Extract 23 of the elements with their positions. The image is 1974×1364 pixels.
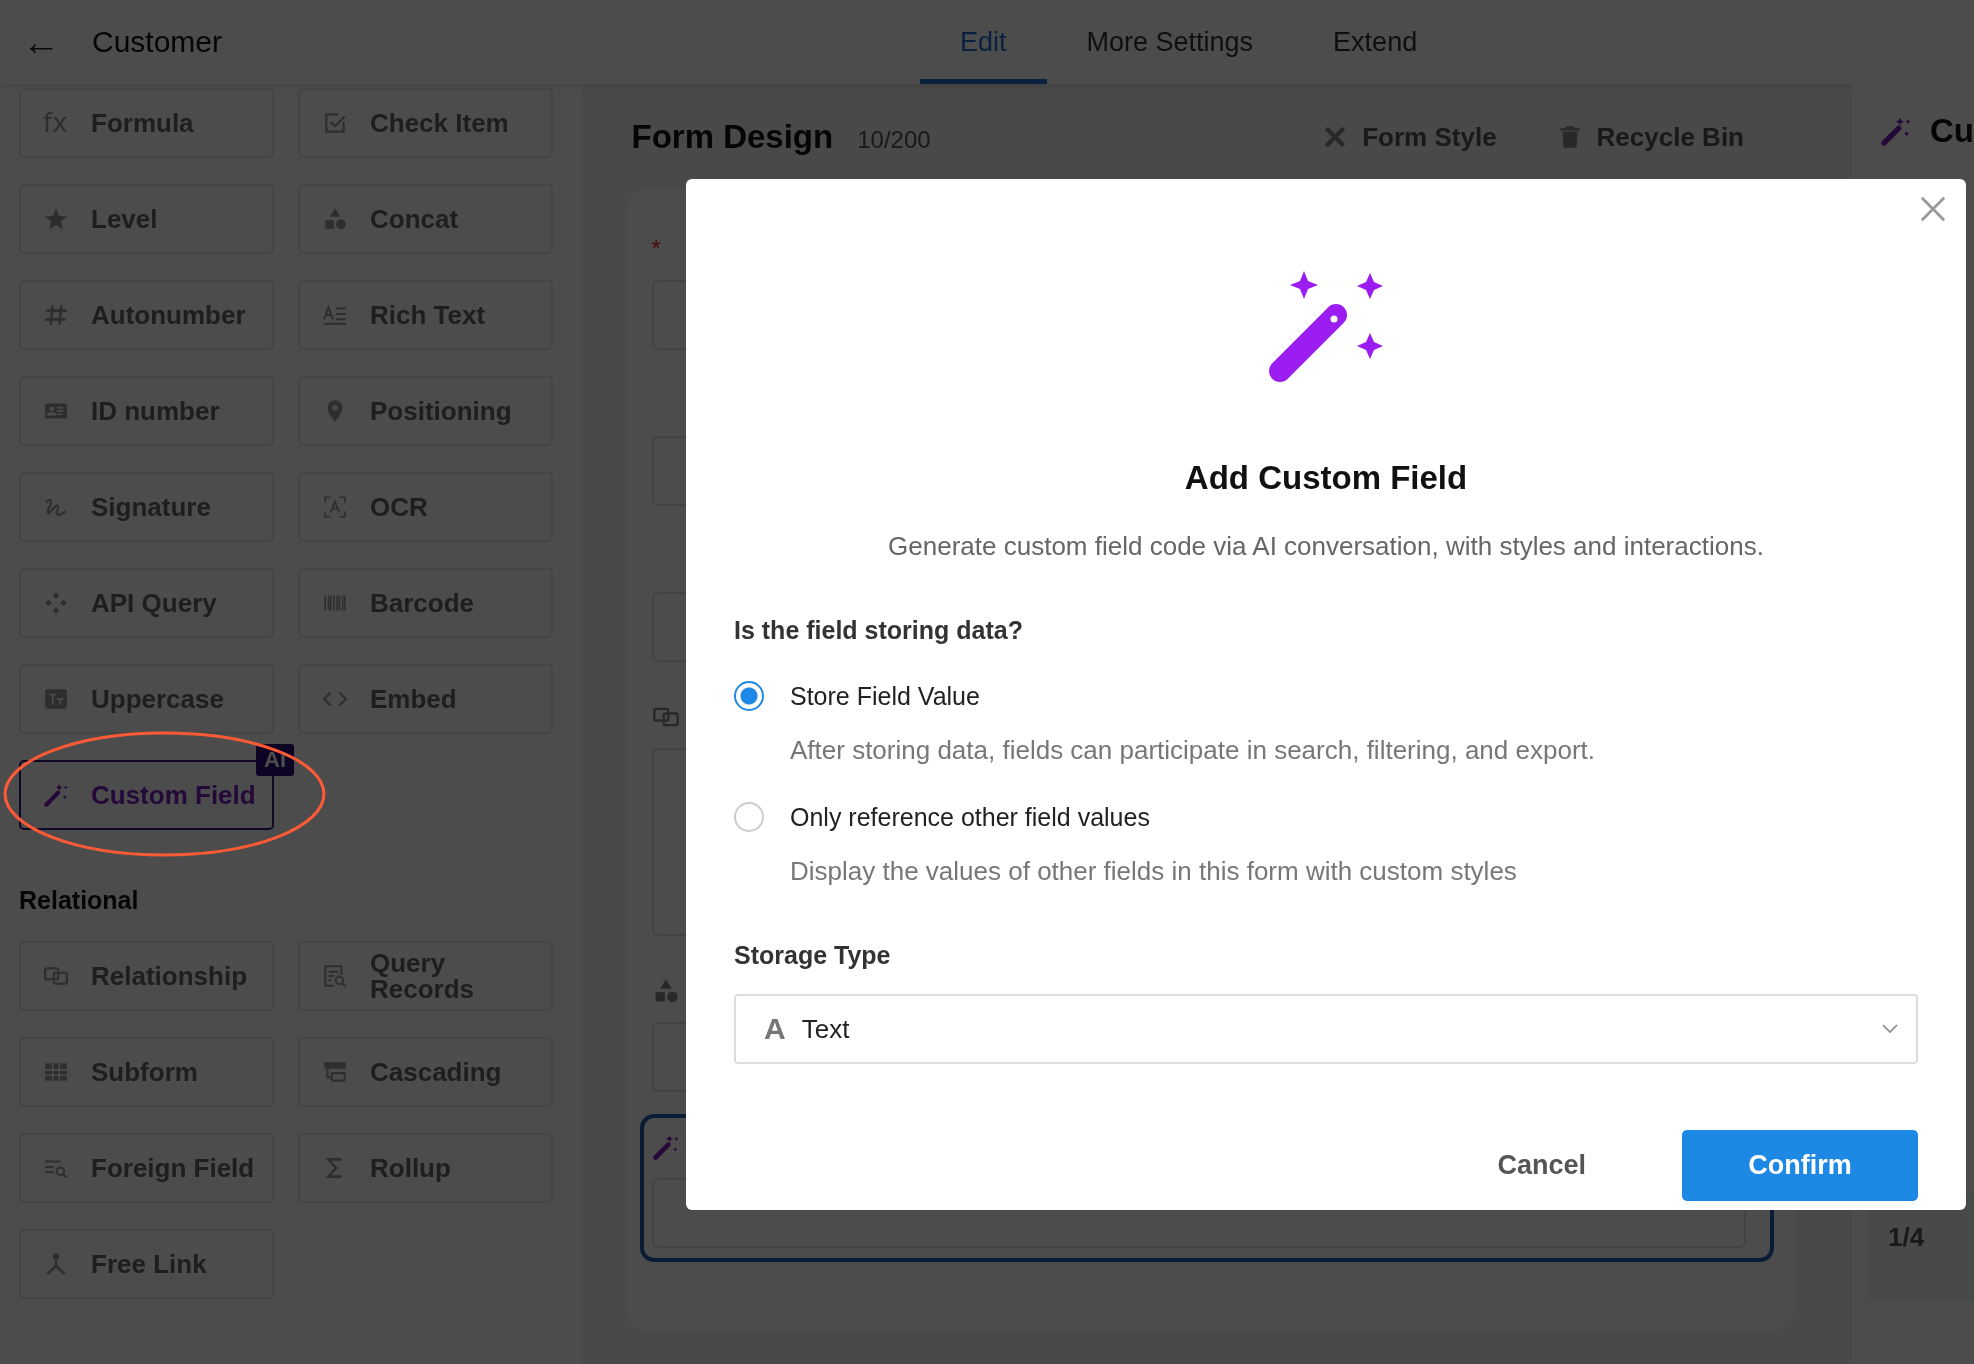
tab[interactable]: Extend xyxy=(1293,0,1458,84)
dialog-title: Add Custom Field xyxy=(1184,459,1468,497)
storage-type-select[interactable]: A Text xyxy=(734,994,1918,1064)
cancel-button[interactable]: Cancel xyxy=(1497,1150,1586,1181)
tab[interactable]: More Settings xyxy=(1046,0,1294,84)
option-label[interactable]: Store Field Value xyxy=(790,681,980,711)
dialog-subtitle: Generate custom field code via AI conversation, with styles and interactions. xyxy=(888,531,1764,562)
option-label[interactable]: Only reference other field values xyxy=(790,802,1150,832)
storage-type-label: Storage Type xyxy=(734,941,892,970)
radio-button[interactable] xyxy=(734,681,764,711)
option-description: After storing data, fields can participate in search, filtering, and export. xyxy=(790,735,1596,766)
required-mark: * xyxy=(651,235,661,263)
form-title: Form Design xyxy=(631,118,834,156)
section-heading: Relational xyxy=(19,886,140,915)
confirm-button[interactable]: Confirm xyxy=(1682,1130,1918,1201)
back-button[interactable]: ← xyxy=(22,23,60,61)
option-description: Display the values of other fields in this form with custom styles xyxy=(790,856,1518,887)
chevron-down-icon xyxy=(1882,1024,1898,1034)
radio-button[interactable] xyxy=(734,802,764,832)
question-label: Is the field storing data? xyxy=(734,616,1024,645)
panel-title: Cu xyxy=(1930,112,1974,150)
page-title: Customer xyxy=(92,25,223,59)
text-type-icon: A xyxy=(764,1012,786,1046)
